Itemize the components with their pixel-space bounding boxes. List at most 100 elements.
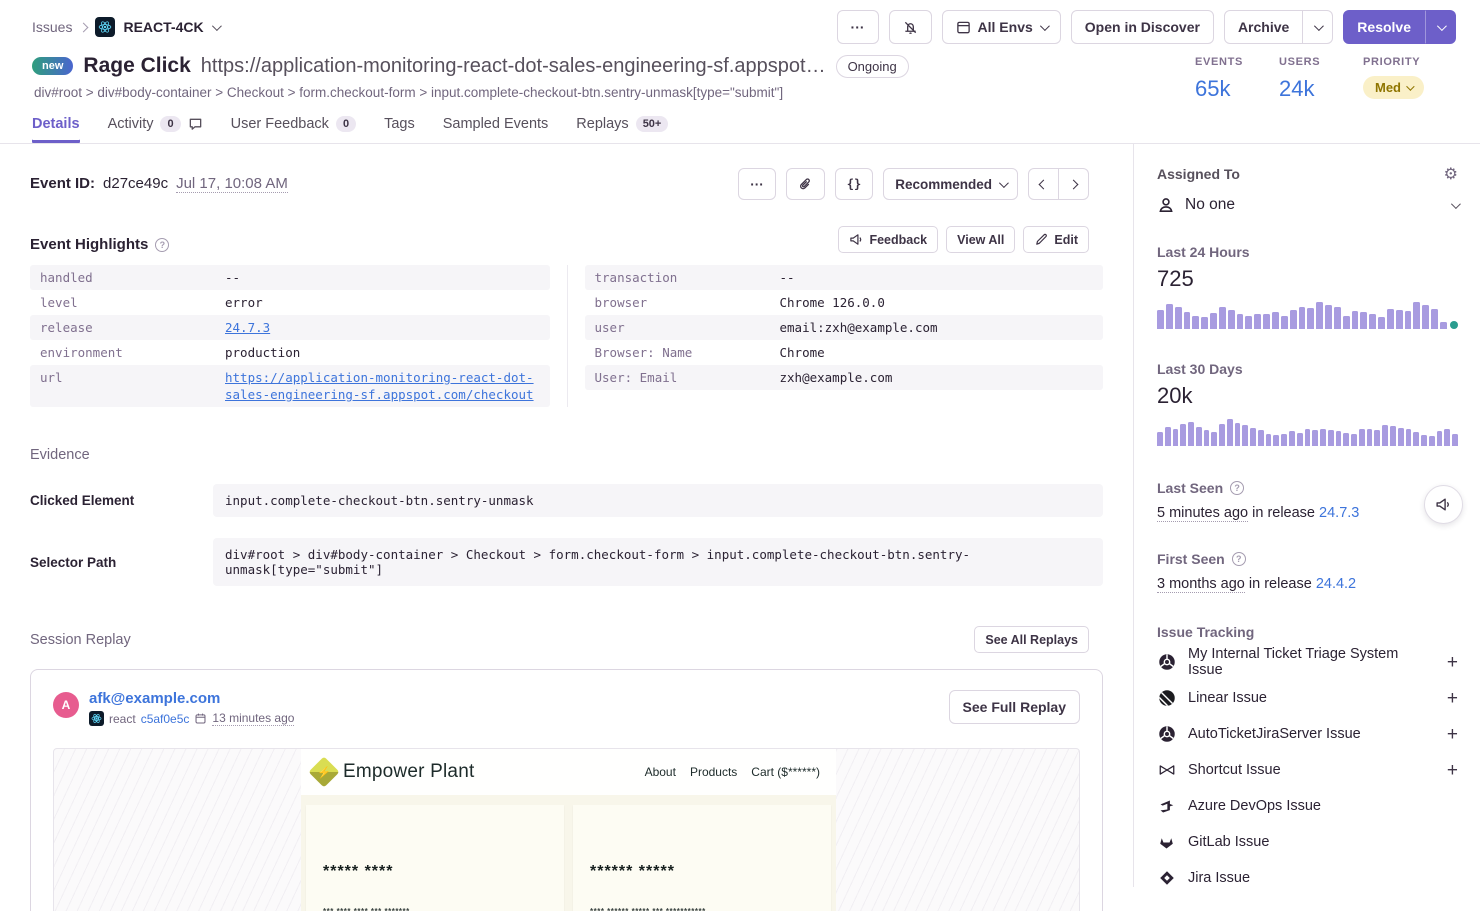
assignee-dropdown[interactable]: No one bbox=[1157, 196, 1458, 214]
highlight-row: transaction-- bbox=[585, 265, 1104, 290]
spark-bar bbox=[1192, 316, 1199, 329]
replay-time-ago[interactable]: 13 minutes ago bbox=[212, 711, 294, 726]
replay-product-card: ***** **** *** **** **** *** ******* Add… bbox=[306, 805, 564, 911]
spark-bar bbox=[1272, 312, 1279, 329]
resolve-dropdown-button[interactable] bbox=[1425, 10, 1456, 44]
attachments-button[interactable] bbox=[786, 168, 825, 200]
session-replay-card: A afk@example.com react c5af0e5c 13 minu bbox=[30, 669, 1103, 911]
spark-bar bbox=[1211, 432, 1217, 446]
release-link[interactable]: 24.7.3 bbox=[225, 319, 540, 336]
highlight-row: release24.7.3 bbox=[30, 315, 550, 340]
replay-preview[interactable]: ⚡ Empower Plant About Products Cart ($**… bbox=[53, 748, 1080, 911]
spark-bar bbox=[1258, 430, 1264, 446]
floating-feedback-button[interactable] bbox=[1424, 485, 1463, 524]
tab-user-feedback[interactable]: User Feedback 0 bbox=[231, 116, 356, 143]
tab-details[interactable]: Details bbox=[32, 116, 80, 143]
spark-bar bbox=[1210, 313, 1217, 329]
spark-bar bbox=[1429, 436, 1435, 446]
first-seen-time[interactable]: 3 months ago bbox=[1157, 576, 1245, 593]
help-icon[interactable]: ? bbox=[1230, 481, 1244, 495]
spark-bar bbox=[1242, 425, 1248, 446]
ticket-wheel-icon bbox=[1157, 653, 1176, 672]
event-timestamp[interactable]: Jul 17, 10:08 AM bbox=[176, 175, 288, 193]
tab-tags[interactable]: Tags bbox=[384, 116, 415, 143]
replay-site-frame: ⚡ Empower Plant About Products Cart ($**… bbox=[301, 749, 836, 911]
add-issue-button[interactable]: + bbox=[1447, 689, 1458, 708]
json-button[interactable]: {} bbox=[835, 168, 873, 200]
spark-bar bbox=[1444, 429, 1450, 446]
more-options-button[interactable]: ··· bbox=[837, 10, 879, 44]
tab-sampled-events[interactable]: Sampled Events bbox=[443, 116, 549, 143]
url-link[interactable]: https://application-monitoring-react-dot… bbox=[225, 369, 540, 403]
last-seen-time[interactable]: 5 minutes ago bbox=[1157, 505, 1248, 522]
top-bar: Issues REACT-4CK ··· All Envs Open in Di… bbox=[0, 0, 1480, 50]
spark-bar bbox=[1175, 307, 1182, 329]
megaphone-icon bbox=[849, 232, 864, 247]
help-icon[interactable]: ? bbox=[155, 238, 169, 252]
archive-dropdown-button[interactable] bbox=[1303, 10, 1333, 44]
resolve-button[interactable]: Resolve bbox=[1343, 10, 1425, 44]
event-id-value: d27ce49c bbox=[103, 175, 168, 192]
open-in-discover-button[interactable]: Open in Discover bbox=[1071, 10, 1214, 44]
spark-bar bbox=[1201, 317, 1208, 329]
archive-button[interactable]: Archive bbox=[1224, 10, 1303, 44]
spark-bar bbox=[1299, 307, 1306, 329]
event-more-options-button[interactable]: ··· bbox=[738, 168, 776, 200]
ticket-wheel-icon bbox=[1157, 725, 1176, 744]
edit-highlights-button[interactable]: Edit bbox=[1023, 226, 1089, 253]
breadcrumb-issues-link[interactable]: Issues bbox=[32, 19, 72, 35]
mute-button[interactable] bbox=[889, 10, 932, 44]
event-selector-dropdown[interactable]: Recommended bbox=[883, 168, 1018, 200]
spark-bar bbox=[1343, 316, 1350, 330]
spark-bar bbox=[1188, 422, 1194, 446]
last-24h-title: Last 24 Hours bbox=[1157, 244, 1458, 260]
help-icon[interactable]: ? bbox=[1232, 552, 1246, 566]
issue-tracking-item: Linear Issue + bbox=[1157, 680, 1458, 716]
previous-event-button[interactable] bbox=[1028, 168, 1059, 200]
clicked-element-value: input.complete-checkout-btn.sentry-unmas… bbox=[213, 484, 1103, 517]
spark-bar bbox=[1157, 432, 1163, 446]
next-event-button[interactable] bbox=[1059, 168, 1089, 200]
spark-bar bbox=[1312, 430, 1318, 446]
highlight-row: browserChrome 126.0.0 bbox=[585, 290, 1104, 315]
priority-dropdown[interactable]: Med bbox=[1363, 76, 1424, 99]
chevron-down-icon[interactable] bbox=[212, 21, 222, 31]
see-full-replay-button[interactable]: See Full Replay bbox=[949, 690, 1080, 724]
spark-bar bbox=[1250, 428, 1256, 446]
replay-id-link[interactable]: c5af0e5c bbox=[141, 712, 190, 726]
issue-tabs: Details Activity 0 User Feedback 0 Tags … bbox=[0, 102, 1480, 144]
azure-devops-icon bbox=[1157, 797, 1176, 816]
spark-bar bbox=[1398, 428, 1404, 446]
breadcrumb: Issues REACT-4CK bbox=[32, 17, 219, 37]
issue-title: Rage Click bbox=[83, 54, 190, 78]
gear-icon[interactable]: ⚙ bbox=[1444, 166, 1458, 182]
replay-user-link[interactable]: afk@example.com bbox=[89, 690, 294, 707]
assigned-to-title: Assigned To bbox=[1157, 166, 1240, 182]
add-issue-button[interactable]: + bbox=[1447, 653, 1458, 672]
last-seen-release-link[interactable]: 24.7.3 bbox=[1319, 505, 1359, 521]
users-stat-value[interactable]: 24k bbox=[1279, 76, 1329, 102]
first-seen-release-link[interactable]: 24.4.2 bbox=[1316, 576, 1356, 592]
tab-replays[interactable]: Replays 50+ bbox=[576, 116, 668, 143]
feedback-button[interactable]: Feedback bbox=[838, 226, 938, 253]
spark-bar bbox=[1237, 314, 1244, 329]
tab-activity[interactable]: Activity 0 bbox=[108, 116, 203, 143]
events-stat-value[interactable]: 65k bbox=[1195, 76, 1245, 102]
live-indicator-dot bbox=[1450, 321, 1458, 329]
empower-plant-logo-icon: ⚡ bbox=[308, 756, 339, 787]
view-all-button[interactable]: View All bbox=[946, 226, 1015, 253]
spark-bar bbox=[1289, 431, 1295, 446]
spark-bar bbox=[1165, 427, 1171, 446]
add-issue-button[interactable]: + bbox=[1447, 761, 1458, 780]
braces-icon: {} bbox=[847, 177, 861, 191]
highlight-row: User: Emailzxh@example.com bbox=[585, 365, 1104, 390]
person-icon bbox=[1157, 196, 1175, 214]
see-all-replays-button[interactable]: See All Replays bbox=[974, 626, 1089, 653]
events-stat-label: EVENTS bbox=[1195, 56, 1245, 68]
environment-selector[interactable]: All Envs bbox=[942, 10, 1061, 44]
breadcrumb-issue-id[interactable]: REACT-4CK bbox=[123, 19, 203, 35]
add-issue-button[interactable]: + bbox=[1447, 725, 1458, 744]
highlight-row: Browser: NameChrome bbox=[585, 340, 1104, 365]
highlight-row: useremail:zxh@example.com bbox=[585, 315, 1104, 340]
title-section: new Rage Click https://application-monit… bbox=[0, 50, 1480, 102]
